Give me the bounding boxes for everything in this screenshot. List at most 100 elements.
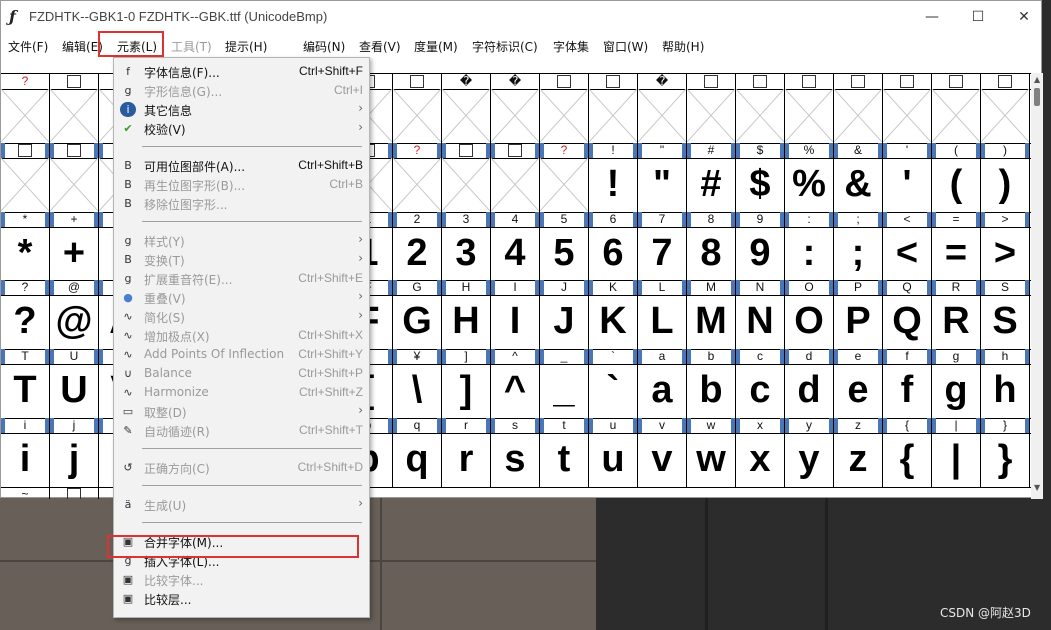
glyph-cell[interactable]: 55 (540, 212, 589, 280)
menu-encoding[interactable]: 编码(N) (303, 38, 345, 55)
glyph-cell[interactable]: NN (736, 280, 785, 349)
glyph-cell[interactable]: :: (785, 212, 834, 280)
glyph-cell[interactable] (981, 74, 1030, 143)
menu-item[interactable]: g 扩展重音符(E)... Ctrl+Shift+E (114, 269, 369, 288)
glyph-cell[interactable]: qq (393, 418, 442, 487)
menu-item[interactable]: B 变换(T) › (114, 250, 369, 269)
glyph-cell[interactable]: yy (785, 418, 834, 487)
glyph-cell[interactable]: LL (638, 280, 687, 349)
glyph-cell[interactable]: gg (932, 349, 981, 418)
menu-help[interactable]: 帮助(H) (662, 38, 704, 55)
glyph-cell[interactable]: 22 (393, 212, 442, 280)
glyph-cell[interactable]: JJ (540, 280, 589, 349)
glyph-cell[interactable]: %% (785, 143, 834, 212)
close-button[interactable]: ✕ (1001, 1, 1047, 33)
glyph-cell[interactable] (883, 74, 932, 143)
glyph-cell[interactable]: bb (687, 349, 736, 418)
glyph-cell[interactable]: cc (736, 349, 785, 418)
glyph-cell[interactable]: ii (1, 418, 50, 487)
menu-item[interactable]: ▣ 比较字体... (114, 570, 369, 589)
scrollbar-thumb[interactable] (1034, 88, 1040, 106)
scroll-down-icon[interactable]: ▼ (1034, 483, 1040, 492)
glyph-cell[interactable] (50, 143, 99, 212)
menu-cid[interactable]: 字符标识(C) (472, 38, 538, 55)
menu-item[interactable]: ▭ 取整(D) › (114, 402, 369, 421)
glyph-cell[interactable]: 77 (638, 212, 687, 280)
glyph-cell[interactable]: = = (932, 212, 981, 280)
menu-item[interactable]: ä 生成(U) › (114, 495, 369, 514)
glyph-cell[interactable]: ;; (834, 212, 883, 280)
glyph-cell[interactable]: QQ (883, 280, 932, 349)
glyph-cell[interactable]: 88 (687, 212, 736, 280)
menu-item[interactable]: ✎ 自动循迹(R) Ctrl+Shift+T (114, 421, 369, 440)
glyph-cell[interactable]: RR (932, 280, 981, 349)
glyph-cell[interactable]: MM (687, 280, 736, 349)
glyph-cell[interactable]: � (638, 74, 687, 143)
glyph-cell[interactable]: ? (393, 143, 442, 212)
menu-tools[interactable]: 工具(T) (171, 38, 212, 55)
glyph-cell[interactable]: _ _ (540, 349, 589, 418)
glyph-cell[interactable]: ww (687, 418, 736, 487)
glyph-cell[interactable]: rr (442, 418, 491, 487)
menu-item[interactable]: B 可用位图部件(A)... Ctrl+Shift+B (114, 156, 369, 175)
glyph-cell[interactable]: (( (932, 143, 981, 212)
glyph-cell[interactable]: jj (50, 418, 99, 487)
glyph-cell[interactable]: dd (785, 349, 834, 418)
menu-item[interactable]: ∪ Balance Ctrl+Shift+P (114, 364, 369, 383)
glyph-cell[interactable]: }} (981, 418, 1030, 487)
glyph-cell[interactable]: ` ` (589, 349, 638, 418)
title-bar[interactable]: ƒ FZDHTK--GBK1-0 FZDHTK--GBK.ttf (Unicod… (1, 1, 1041, 33)
minimize-button[interactable]: — (909, 1, 955, 33)
menu-item[interactable]: i 其它信息 › (114, 100, 369, 119)
glyph-cell[interactable]: � (491, 74, 540, 143)
glyph-cell[interactable]: uu (589, 418, 638, 487)
glyph-cell[interactable] (1, 143, 50, 212)
glyph-cell[interactable]: !! (589, 143, 638, 212)
menu-item[interactable]: ∿ 简化(S) › (114, 307, 369, 326)
menu-item[interactable]: ∿ Add Points Of Inflection Ctrl+Shift+Y (114, 345, 369, 364)
glyph-cell[interactable] (687, 74, 736, 143)
glyph-cell[interactable]: ~ (1, 487, 50, 499)
glyph-cell[interactable]: < < (883, 212, 932, 280)
glyph-cell[interactable]: ?? (1, 280, 50, 349)
glyph-cell[interactable] (932, 74, 981, 143)
menu-item[interactable]: ∿ 增加极点(X) Ctrl+Shift+X (114, 326, 369, 345)
menu-item[interactable]: g 样式(Y) › (114, 231, 369, 250)
glyph-cell[interactable] (50, 74, 99, 143)
glyph-cell[interactable]: PP (834, 280, 883, 349)
menu-mm[interactable]: 字体集 (553, 38, 589, 55)
glyph-cell[interactable]: xx (736, 418, 785, 487)
glyph-cell[interactable]: OO (785, 280, 834, 349)
glyph-cell[interactable]: ' ' (883, 143, 932, 212)
menu-item[interactable]: B 再生位图字形(B)... Ctrl+B (114, 175, 369, 194)
glyph-cell[interactable]: ^ ^ (491, 349, 540, 418)
glyph-cell[interactable]: GG (393, 280, 442, 349)
glyph-cell[interactable]: 99 (736, 212, 785, 280)
glyph-cell[interactable] (589, 74, 638, 143)
scroll-up-icon[interactable]: ▲ (1034, 75, 1040, 84)
glyph-cell[interactable]: " " (638, 143, 687, 212)
glyph-cell[interactable]: 44 (491, 212, 540, 280)
menu-item[interactable]: B 移除位图字形... (114, 194, 369, 213)
glyph-cell[interactable] (736, 74, 785, 143)
glyph-cell[interactable]: ¥ \ (393, 349, 442, 418)
menu-item[interactable]: ● 重叠(V) › (114, 288, 369, 307)
glyph-cell[interactable]: vv (638, 418, 687, 487)
glyph-cell[interactable]: tt (540, 418, 589, 487)
glyph-cell[interactable]: @ @ (50, 280, 99, 349)
glyph-cell[interactable]: )) (981, 143, 1030, 212)
glyph-cell[interactable]: aa (638, 349, 687, 418)
glyph-cell[interactable]: & & (834, 143, 883, 212)
glyph-cell[interactable]: ? (1, 74, 50, 143)
glyph-cell[interactable] (540, 74, 589, 143)
glyph-cell[interactable]: | | (932, 418, 981, 487)
menu-item[interactable]: ▣ 比较层... (114, 589, 369, 608)
glyph-cell[interactable]: * * (1, 212, 50, 280)
glyph-cell[interactable]: > > (981, 212, 1030, 280)
menu-view[interactable]: 查看(V) (359, 38, 401, 55)
glyph-cell[interactable]: ]] (442, 349, 491, 418)
glyph-cell[interactable]: � (442, 74, 491, 143)
glyph-cell[interactable]: II (491, 280, 540, 349)
glyph-cell[interactable] (785, 74, 834, 143)
maximize-button[interactable]: ☐ (955, 1, 1001, 33)
